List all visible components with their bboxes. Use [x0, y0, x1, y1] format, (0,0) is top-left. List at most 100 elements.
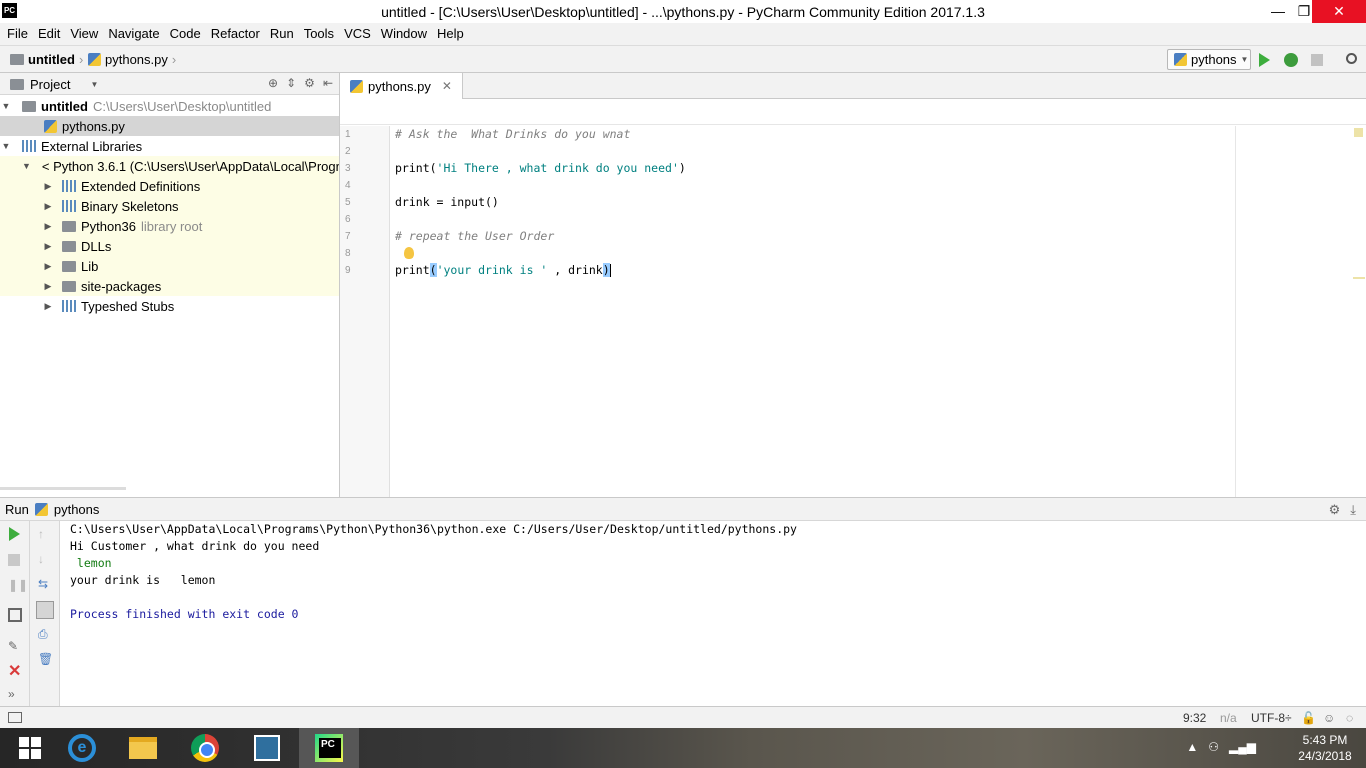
more-icon[interactable]: »: [8, 687, 22, 701]
taskbar-app[interactable]: [237, 728, 297, 768]
code-token: print: [395, 263, 430, 277]
tree-item-python-sdk[interactable]: ▼ < Python 3.6.1 (C:\Users\User\AppData\…: [0, 156, 339, 176]
menu-edit[interactable]: Edit: [33, 23, 65, 45]
project-panel: Project ▼ ⊕ ⇕ ⚙ ⇤ ▼ untitled C:\Users\Us…: [0, 73, 340, 497]
arrow-down-icon[interactable]: ↓: [38, 552, 52, 566]
collapsed-arrow-icon[interactable]: ▶: [42, 221, 54, 232]
tree-item-python36[interactable]: ▶ Python36 library root: [0, 216, 339, 236]
folder-icon: [62, 240, 76, 252]
menu-refactor[interactable]: Refactor: [206, 23, 265, 45]
tree-item-label: site-packages: [81, 278, 162, 294]
menu-view[interactable]: View: [65, 23, 103, 45]
gear-icon[interactable]: ⚙: [304, 76, 315, 90]
line-number: 9: [345, 265, 351, 276]
menu-help[interactable]: Help: [432, 23, 469, 45]
collapsed-arrow-icon[interactable]: ▶: [42, 281, 54, 292]
tree-item-lib[interactable]: ▶ Lib: [0, 256, 339, 276]
network-users-icon[interactable]: ⚇: [1208, 740, 1219, 754]
scroll-from-source-icon[interactable]: ⊕: [268, 76, 278, 90]
show-hidden-icons-icon[interactable]: ▲: [1186, 740, 1198, 754]
expanded-arrow-icon[interactable]: ▼: [0, 101, 12, 111]
folder-icon: [62, 220, 76, 232]
tree-item-extended-definitions[interactable]: ▶ Extended Definitions: [0, 176, 339, 196]
close-icon[interactable]: ✕: [8, 661, 22, 680]
menu-window[interactable]: Window: [376, 23, 432, 45]
horizontal-scrollbar[interactable]: [0, 487, 126, 490]
menu-file[interactable]: File: [2, 23, 33, 45]
code-line-9: print('your drink is ' , drink): [395, 262, 611, 279]
collapse-all-icon[interactable]: ⇕: [286, 76, 296, 90]
tree-item-typeshed-stubs[interactable]: ▶ Typeshed Stubs: [0, 296, 339, 316]
hide-panel-icon[interactable]: ⤓: [1350, 502, 1356, 518]
taskbar-pycharm[interactable]: [299, 728, 359, 768]
tab-pythons-py[interactable]: pythons.py ✕: [340, 73, 463, 99]
debug-icon[interactable]: [1284, 53, 1298, 67]
event-log-icon[interactable]: ◌: [1346, 711, 1353, 725]
caret-position[interactable]: 9:32: [1183, 711, 1206, 725]
code-editor[interactable]: # Ask the What Drinks do you wnat print(…: [391, 126, 1366, 497]
expanded-arrow-icon[interactable]: ▼: [0, 141, 12, 151]
file-encoding[interactable]: UTF-8÷: [1251, 711, 1292, 725]
lock-icon[interactable]: 🔓: [1301, 711, 1316, 725]
inspection-status-icon[interactable]: [1354, 128, 1363, 137]
gear-icon[interactable]: ⚙: [1329, 502, 1341, 518]
tab-label: pythons.py: [368, 78, 431, 94]
project-view-select[interactable]: Project ▼: [10, 77, 98, 92]
close-button[interactable]: ✕: [1312, 0, 1366, 23]
arrow-up-icon[interactable]: ↑: [38, 527, 52, 541]
soft-wrap-icon[interactable]: ⇆: [38, 577, 52, 591]
signal-icon[interactable]: ▂▄▆: [1229, 740, 1256, 754]
breadcrumb-file[interactable]: pythons.py ›: [88, 52, 176, 67]
menu-run[interactable]: Run: [265, 23, 299, 45]
tree-item-dlls[interactable]: ▶ DLLs: [0, 236, 339, 256]
title-bar: PC untitled - [C:\Users\User\Desktop\unt…: [0, 0, 1366, 23]
run-console[interactable]: C:\Users\User\AppData\Local\Programs\Pyt…: [60, 521, 1366, 706]
collapsed-arrow-icon[interactable]: ▶: [42, 181, 54, 192]
breadcrumb-project[interactable]: untitled ›: [10, 52, 83, 67]
hide-panel-icon[interactable]: ⇤: [323, 76, 333, 90]
tree-item-untitled[interactable]: ▼ untitled C:\Users\User\Desktop\untitle…: [0, 96, 339, 116]
menu-tools[interactable]: Tools: [299, 23, 339, 45]
menu-navigate[interactable]: Navigate: [103, 23, 164, 45]
run-panel-config: pythons: [53, 502, 100, 517]
error-stripe-mark[interactable]: [1353, 277, 1365, 279]
collapsed-arrow-icon[interactable]: ▶: [42, 301, 54, 312]
rerun-icon[interactable]: [9, 527, 20, 541]
print-icon[interactable]: ⎙: [38, 627, 52, 641]
tree-item-site-packages[interactable]: ▶ site-packages: [0, 276, 339, 296]
line-separator[interactable]: n/a: [1220, 711, 1237, 725]
expanded-arrow-icon[interactable]: ▼: [22, 161, 31, 171]
inspector-icon[interactable]: ☺: [1323, 711, 1335, 725]
status-bar: 9:32 n/a UTF-8÷ 🔓 ☺ ◌: [0, 706, 1366, 728]
lightbulb-icon[interactable]: [404, 247, 414, 259]
line-number: 2: [345, 146, 351, 157]
taskbar-chrome[interactable]: [175, 728, 235, 768]
run-icon[interactable]: [1259, 53, 1270, 67]
taskbar-clock[interactable]: 5:43 PM 24/3/2018: [1290, 732, 1360, 764]
tree-item-external-libraries[interactable]: ▼ External Libraries: [0, 136, 339, 156]
tree-item-binary-skeletons[interactable]: ▶ Binary Skeletons: [0, 196, 339, 216]
stop-icon[interactable]: [1311, 54, 1323, 66]
taskbar-internet-explorer[interactable]: e: [52, 728, 112, 768]
start-button[interactable]: [0, 728, 60, 768]
scroll-to-end-icon[interactable]: [36, 601, 54, 619]
tool-windows-icon[interactable]: [8, 712, 22, 723]
run-config-select[interactable]: pythons ▼: [1167, 49, 1251, 70]
library-icon: [62, 180, 76, 192]
stop-icon[interactable]: [8, 554, 20, 566]
taskbar-file-explorer[interactable]: [113, 728, 173, 768]
close-tab-icon[interactable]: ✕: [442, 79, 452, 93]
collapsed-arrow-icon[interactable]: ▶: [42, 241, 54, 252]
search-icon[interactable]: [1346, 53, 1357, 64]
trash-icon[interactable]: 🗑: [38, 652, 53, 666]
text-caret: [609, 264, 611, 277]
collapsed-arrow-icon[interactable]: ▶: [42, 261, 54, 272]
chrome-icon: [191, 734, 219, 762]
collapsed-arrow-icon[interactable]: ▶: [42, 201, 54, 212]
tree-item-pythons-py[interactable]: pythons.py: [0, 116, 339, 136]
pause-icon[interactable]: ❚❚: [8, 578, 28, 592]
restore-layout-icon[interactable]: [8, 608, 22, 622]
menu-code[interactable]: Code: [165, 23, 206, 45]
pin-icon[interactable]: ✎: [8, 639, 22, 653]
menu-vcs[interactable]: VCS: [339, 23, 376, 45]
